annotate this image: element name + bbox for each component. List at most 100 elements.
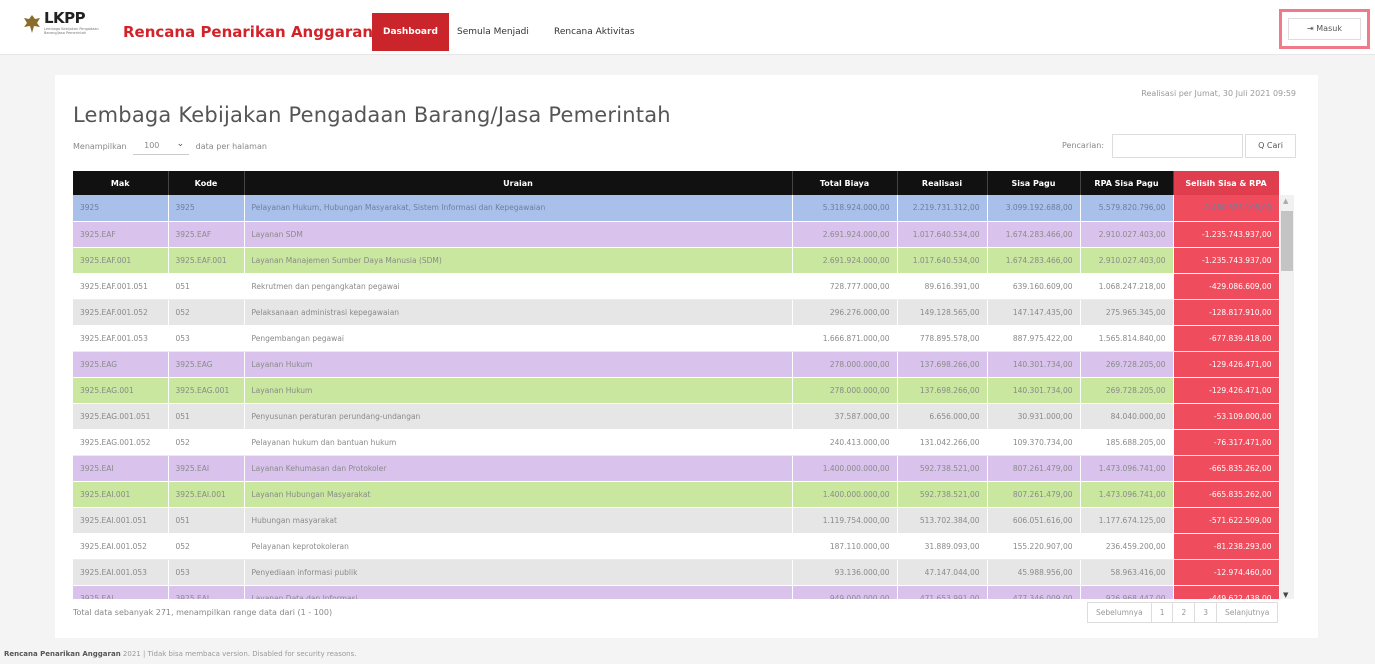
table-row[interactable]: 3925.EAF.001.052 052 Pelaksanaan administr… — [73, 299, 1279, 326]
table-row[interactable]: 3925.EAG.001.051 051 Penyusunan peraturan … — [73, 403, 1279, 430]
table-row[interactable]: 3925.EAF.001 3925.EAF.001 Layanan Manajeme… — [73, 247, 1279, 274]
nav-rencana-aktivitas[interactable]: Rencana Aktivitas — [554, 13, 635, 51]
col-header-total-biaya[interactable]: Total Biaya — [792, 171, 898, 195]
cell-kode: 053 — [168, 325, 245, 352]
cell-mak: 3925.EAI.001.052 — [73, 533, 169, 560]
cell-realisasi: 131.042.266,00 — [897, 429, 988, 456]
table-info: Total data sebanyak 271, menampilkan ran… — [73, 608, 333, 617]
app-brand[interactable]: Rencana Penarikan Anggaran — [123, 23, 373, 41]
cell-kode: 3925.EAJ — [168, 585, 245, 599]
data-table-wrapper[interactable]: Mak Kode Uraian Total Biaya Realisasi Si… — [73, 171, 1279, 599]
table-row[interactable]: 3925.EAI.001.052 052 Pelayanan keprotokole… — [73, 533, 1279, 560]
table-row[interactable]: 3925 3925 Pelayanan Hukum, Hubungan Masyar… — [73, 195, 1279, 222]
pager-page-2[interactable]: 2 — [1173, 603, 1196, 622]
cell-uraian: Rekrutmen dan pengangkatan pegawai — [244, 273, 793, 300]
cell-rpa-sisa-pagu: 5.579.820.796,00 — [1080, 195, 1174, 222]
table-row[interactable]: 3925.EAF.001.051 051 Rekrutmen dan pengang… — [73, 273, 1279, 300]
cell-sisa-pagu: 807.261.479,00 — [987, 455, 1081, 482]
cell-uraian: Layanan Manajemen Sumber Daya Manusia (S… — [244, 247, 793, 274]
table-body: 3925 3925 Pelayanan Hukum, Hubungan Masyar… — [73, 195, 1279, 599]
cell-mak: 3925.EAG.001.051 — [73, 403, 169, 430]
login-highlight: ⇥ Masuk — [1279, 9, 1370, 49]
cell-total-biaya: 5.318.924.000,00 — [792, 195, 898, 222]
table-row[interactable]: 3925.EAG.001.052 052 Pelayanan hukum dan b… — [73, 429, 1279, 456]
top-navbar: LKPP Lembaga Kebijakan Pengadaan Barang/… — [0, 0, 1375, 55]
cell-selisih: -449.622.438,00 — [1173, 585, 1279, 599]
scroll-thumb[interactable] — [1281, 211, 1293, 271]
pager-page-1[interactable]: 1 — [1151, 603, 1174, 622]
col-header-realisasi[interactable]: Realisasi — [897, 171, 988, 195]
col-header-uraian[interactable]: Uraian — [244, 171, 793, 195]
table-row[interactable]: 3925.EAI.001 3925.EAI.001 Layanan Hubungan… — [73, 481, 1279, 508]
cell-realisasi: 592.738.521,00 — [897, 481, 988, 508]
table-row[interactable]: 3925.EAJ 3925.EAJ Layanan Data dan Informa… — [73, 585, 1279, 599]
pager-previous[interactable]: Sebelumnya — [1088, 603, 1152, 622]
cell-realisasi: 47.147.044,00 — [897, 559, 988, 586]
cell-total-biaya: 728.777.000,00 — [792, 273, 898, 300]
cell-kode: 051 — [168, 507, 245, 534]
table-row[interactable]: 3925.EAI 3925.EAI Layanan Kehumasan dan Pr… — [73, 455, 1279, 482]
cell-realisasi: 778.895.578,00 — [897, 325, 988, 352]
table-row[interactable]: 3925.EAF.001.053 053 Pengembangan pegawai 1… — [73, 325, 1279, 352]
show-suffix: data per halaman — [195, 141, 267, 151]
cell-kode: 051 — [168, 403, 245, 430]
cell-mak: 3925.EAF.001.051 — [73, 273, 169, 300]
table-row[interactable]: 3925.EAI.001.053 053 Penyediaan informasi … — [73, 559, 1279, 586]
cell-total-biaya: 1.400.000.000,00 — [792, 455, 898, 482]
col-header-sisa-pagu[interactable]: Sisa Pagu — [987, 171, 1081, 195]
col-header-rpa-sisa-pagu[interactable]: RPA Sisa Pagu — [1080, 171, 1174, 195]
table-row[interactable]: 3925.EAI.001.051 051 Hubungan masyarakat 1.… — [73, 507, 1279, 534]
scroll-up-arrow-icon[interactable]: ▲ — [1283, 197, 1288, 205]
cell-uraian: Pelaksanaan administrasi kepegawaian — [244, 299, 793, 326]
cell-sisa-pagu: 140.301.734,00 — [987, 351, 1081, 378]
table-row[interactable]: 3925.EAF 3925.EAF Layanan SDM 2.691.924.000… — [73, 221, 1279, 248]
cell-realisasi: 89.616.391,00 — [897, 273, 988, 300]
col-header-mak[interactable]: Mak — [73, 171, 169, 195]
cell-realisasi: 1.017.640.534,00 — [897, 247, 988, 274]
cell-kode: 051 — [168, 273, 245, 300]
cell-selisih: -1.235.743.937,00 — [1173, 221, 1279, 248]
search-input[interactable] — [1112, 134, 1243, 158]
cell-rpa-sisa-pagu: 1.473.096.741,00 — [1080, 481, 1174, 508]
cell-rpa-sisa-pagu: 269.728.205,00 — [1080, 377, 1174, 404]
cell-kode: 3925.EAF — [168, 221, 245, 248]
nav-semula-menjadi[interactable]: Semula Menjadi — [457, 13, 529, 51]
cell-realisasi: 592.738.521,00 — [897, 455, 988, 482]
table-scrollbar[interactable]: ▲ ▼ — [1280, 195, 1294, 599]
cell-rpa-sisa-pagu: 2.910.027.403,00 — [1080, 247, 1174, 274]
footer-text: 2021 | Tidak bisa membaca version. Disab… — [120, 650, 357, 658]
logo-text: LKPP — [44, 9, 86, 27]
cell-sisa-pagu: 606.051.616,00 — [987, 507, 1081, 534]
login-button[interactable]: ⇥ Masuk — [1288, 18, 1361, 40]
cell-kode: 3925.EAI — [168, 455, 245, 482]
footer-brand: Rencana Penarikan Anggaran — [4, 650, 121, 658]
col-header-kode[interactable]: Kode — [168, 171, 245, 195]
pagination: Sebelumnya 1 2 3 Selanjutnya — [1087, 602, 1279, 623]
cell-uraian: Layanan Hubungan Masyarakat — [244, 481, 793, 508]
cell-kode: 052 — [168, 533, 245, 560]
table-row[interactable]: 3925.EAG 3925.EAG Layanan Hukum 278.000.000… — [73, 351, 1279, 378]
cell-selisih: -429.086.609,00 — [1173, 273, 1279, 300]
cell-rpa-sisa-pagu: 84.040.000,00 — [1080, 403, 1174, 430]
col-header-selisih[interactable]: Selisih Sisa & RPA — [1173, 171, 1279, 195]
cell-sisa-pagu: 140.301.734,00 — [987, 377, 1081, 404]
cell-rpa-sisa-pagu: 236.459.200,00 — [1080, 533, 1174, 560]
search-button[interactable]: Q Cari — [1245, 134, 1296, 158]
cell-rpa-sisa-pagu: 269.728.205,00 — [1080, 351, 1174, 378]
data-table: Mak Kode Uraian Total Biaya Realisasi Si… — [73, 171, 1279, 599]
cell-rpa-sisa-pagu: 185.688.205,00 — [1080, 429, 1174, 456]
pager-page-3[interactable]: 3 — [1195, 603, 1218, 622]
cell-total-biaya: 1.119.754.000,00 — [792, 507, 898, 534]
page-length-select[interactable]: 100 ⌄ — [133, 137, 190, 155]
page-length-control: Menampilkan 100 ⌄ data per halaman — [73, 137, 267, 155]
cell-mak: 3925.EAI.001.051 — [73, 507, 169, 534]
pager-next[interactable]: Selanjutnya — [1217, 603, 1278, 622]
table-row[interactable]: 3925.EAG.001 3925.EAG.001 Layanan Hukum 278… — [73, 377, 1279, 404]
lkpp-logo[interactable]: LKPP Lembaga Kebijakan Pengadaan Barang/… — [22, 9, 104, 45]
cell-sisa-pagu: 30.931.000,00 — [987, 403, 1081, 430]
cell-sisa-pagu: 807.261.479,00 — [987, 481, 1081, 508]
nav-dashboard[interactable]: Dashboard — [372, 13, 449, 51]
cell-realisasi: 6.656.000,00 — [897, 403, 988, 430]
cell-selisih: -76.317.471,00 — [1173, 429, 1279, 456]
scroll-down-arrow-icon[interactable]: ▼ — [1283, 591, 1288, 599]
